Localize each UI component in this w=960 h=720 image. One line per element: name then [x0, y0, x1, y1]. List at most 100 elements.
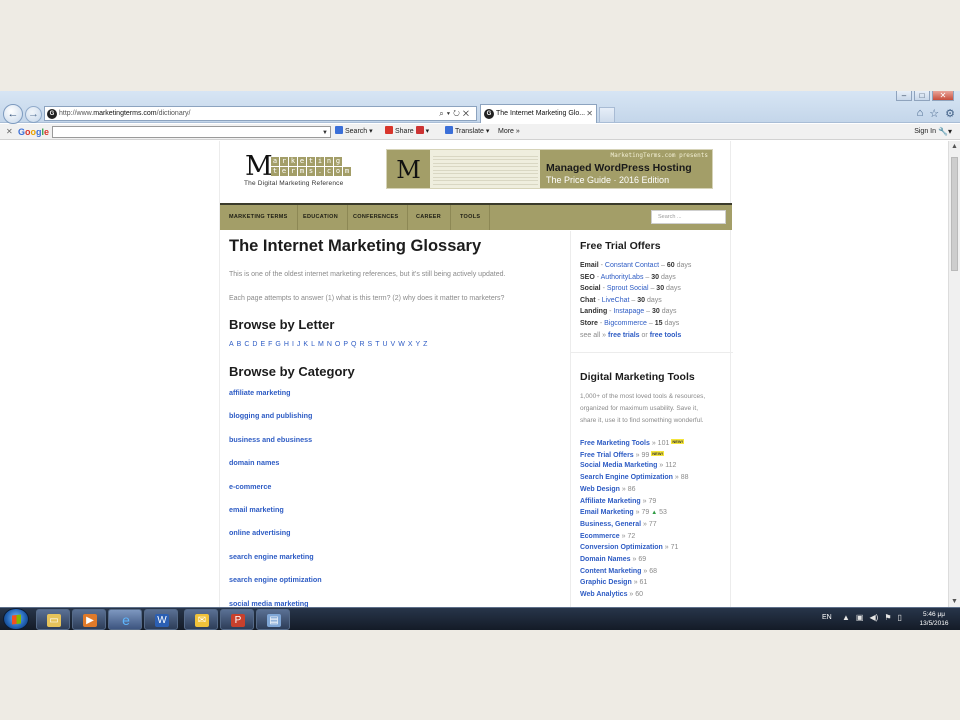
translate-button[interactable]: Translate ▾: [445, 124, 489, 140]
favorites-star-icon[interactable]: ☆: [929, 107, 939, 120]
offer-vendor-link[interactable]: Bigcommerce: [604, 320, 647, 327]
free-trials-link[interactable]: free trials: [608, 332, 640, 339]
taskbar-powerpoint[interactable]: P: [220, 609, 254, 630]
stop-icon[interactable]: ✕: [463, 109, 472, 118]
tab-close-icon[interactable]: ✕: [586, 105, 593, 122]
offer-vendor-link[interactable]: Sprout Social: [607, 285, 649, 292]
letter-link-g[interactable]: G: [275, 341, 280, 348]
site-search-input[interactable]: Search ...: [651, 210, 726, 224]
settings-gear-icon[interactable]: ⚙: [945, 107, 955, 120]
letter-link-t[interactable]: T: [375, 341, 379, 348]
search-icon[interactable]: ⌕: [439, 109, 446, 118]
minimize-button[interactable]: –: [896, 91, 912, 101]
vertical-scrollbar[interactable]: ▲ ▼: [948, 141, 960, 607]
category-link[interactable]: search engine optimization: [229, 575, 322, 584]
category-link[interactable]: blogging and publishing: [229, 411, 312, 420]
power-icon[interactable]: ▯: [897, 613, 901, 622]
letter-link-e[interactable]: E: [260, 341, 265, 348]
offer-vendor-link[interactable]: Constant Contact: [605, 262, 659, 269]
wrench-icon[interactable]: 🔧▾: [938, 124, 952, 140]
more-button[interactable]: More »: [498, 124, 520, 140]
taskbar-media-player[interactable]: ▶: [72, 609, 106, 630]
letter-link-k[interactable]: K: [303, 341, 308, 348]
letter-link-j[interactable]: J: [297, 341, 301, 348]
maximize-button[interactable]: □: [914, 91, 930, 101]
letter-link-f[interactable]: F: [268, 341, 272, 348]
google-search-button[interactable]: Search ▾: [335, 124, 373, 140]
offer-vendor-link[interactable]: Instapage: [613, 308, 644, 315]
banner-ad[interactable]: M MarketingTerms.com presents Managed Wo…: [386, 149, 713, 189]
tool-link[interactable]: Social Media Marketing: [580, 462, 657, 469]
tool-link[interactable]: Affiliate Marketing: [580, 498, 641, 505]
site-logo[interactable]: M arketing terms.com The Digital Marketi…: [243, 151, 353, 188]
letter-link-v[interactable]: V: [391, 341, 396, 348]
nav-tools[interactable]: TOOLS: [451, 205, 491, 230]
refresh-icon[interactable]: ↻: [453, 109, 463, 118]
letter-link-r[interactable]: R: [359, 341, 364, 348]
taskbar-window[interactable]: ▤: [256, 609, 290, 630]
letter-link-i[interactable]: I: [292, 341, 294, 348]
tool-link[interactable]: Graphic Design: [580, 579, 632, 586]
letter-link-w[interactable]: W: [398, 341, 405, 348]
clock[interactable]: 5:46 μμ 13/5/2016: [914, 610, 954, 628]
tool-link[interactable]: Domain Names: [580, 556, 631, 563]
share-button[interactable]: Share ▾: [385, 124, 429, 140]
letter-link-n[interactable]: N: [327, 341, 332, 348]
nav-conferences[interactable]: CONFERENCES: [344, 205, 409, 230]
letter-link-s[interactable]: S: [368, 341, 373, 348]
back-button[interactable]: ←: [3, 104, 23, 124]
letter-link-l[interactable]: L: [311, 341, 315, 348]
start-button[interactable]: [3, 608, 29, 630]
volume-icon[interactable]: ◀): [869, 613, 878, 622]
tool-link[interactable]: Free Marketing Tools: [580, 440, 650, 447]
letter-link-m[interactable]: M: [318, 341, 324, 348]
letter-link-x[interactable]: X: [408, 341, 413, 348]
category-link[interactable]: search engine marketing: [229, 552, 314, 561]
offer-vendor-link[interactable]: AuthorityLabs: [601, 274, 644, 281]
category-link[interactable]: domain names: [229, 458, 279, 467]
taskbar-internet-explorer[interactable]: e: [108, 609, 142, 630]
category-link[interactable]: social media marketing: [229, 599, 309, 607]
tool-link[interactable]: Conversion Optimization: [580, 544, 663, 551]
letter-link-d[interactable]: D: [252, 341, 257, 348]
action-center-icon[interactable]: ⚑: [884, 613, 891, 622]
tool-link[interactable]: Ecommerce: [580, 533, 620, 540]
taskbar-outlook[interactable]: ✉: [184, 609, 218, 630]
nav-education[interactable]: EDUCATION: [294, 205, 348, 230]
tool-link[interactable]: Email Marketing: [580, 509, 634, 516]
forward-button[interactable]: →: [25, 106, 42, 123]
letter-link-u[interactable]: U: [382, 341, 387, 348]
close-toolbar-icon[interactable]: ✕: [6, 124, 13, 140]
browser-tab[interactable]: G The Internet Marketing Glo... ✕: [480, 104, 597, 123]
new-tab-button[interactable]: [599, 107, 615, 122]
scroll-thumb[interactable]: [951, 157, 958, 271]
network-tray-icon[interactable]: ▣: [856, 613, 864, 622]
letter-link-z[interactable]: Z: [423, 341, 427, 348]
chevron-down-icon[interactable]: ▼: [322, 125, 328, 141]
scroll-down-icon[interactable]: ▼: [949, 598, 960, 605]
tool-link[interactable]: Business, General: [580, 521, 641, 528]
tool-link[interactable]: Web Design: [580, 486, 620, 493]
nav-marketing-terms[interactable]: MARKETING TERMS: [220, 205, 298, 230]
letter-link-b[interactable]: B: [237, 341, 242, 348]
category-link[interactable]: affiliate marketing: [229, 388, 291, 397]
category-link[interactable]: email marketing: [229, 505, 284, 514]
letter-link-p[interactable]: P: [343, 341, 348, 348]
tool-link[interactable]: Search Engine Optimization: [580, 474, 673, 481]
tool-link[interactable]: Content Marketing: [580, 568, 641, 575]
letter-link-q[interactable]: Q: [351, 341, 356, 348]
language-indicator[interactable]: EN: [822, 614, 832, 621]
category-link[interactable]: business and ebusiness: [229, 435, 312, 444]
taskbar-explorer[interactable]: ▭: [36, 609, 70, 630]
home-icon[interactable]: ⌂: [917, 107, 924, 120]
category-link[interactable]: e-commerce: [229, 482, 271, 491]
tool-link[interactable]: Free Trial Offers: [580, 452, 634, 459]
free-tools-link[interactable]: free tools: [650, 332, 682, 339]
close-window-button[interactable]: ✕: [932, 91, 954, 101]
offer-vendor-link[interactable]: LiveChat: [602, 297, 630, 304]
tool-link[interactable]: Web Analytics: [580, 591, 627, 598]
google-search-input[interactable]: ▼: [52, 126, 331, 138]
letter-link-c[interactable]: C: [244, 341, 249, 348]
sign-in-button[interactable]: Sign In: [914, 124, 936, 140]
letter-link-h[interactable]: H: [284, 341, 289, 348]
